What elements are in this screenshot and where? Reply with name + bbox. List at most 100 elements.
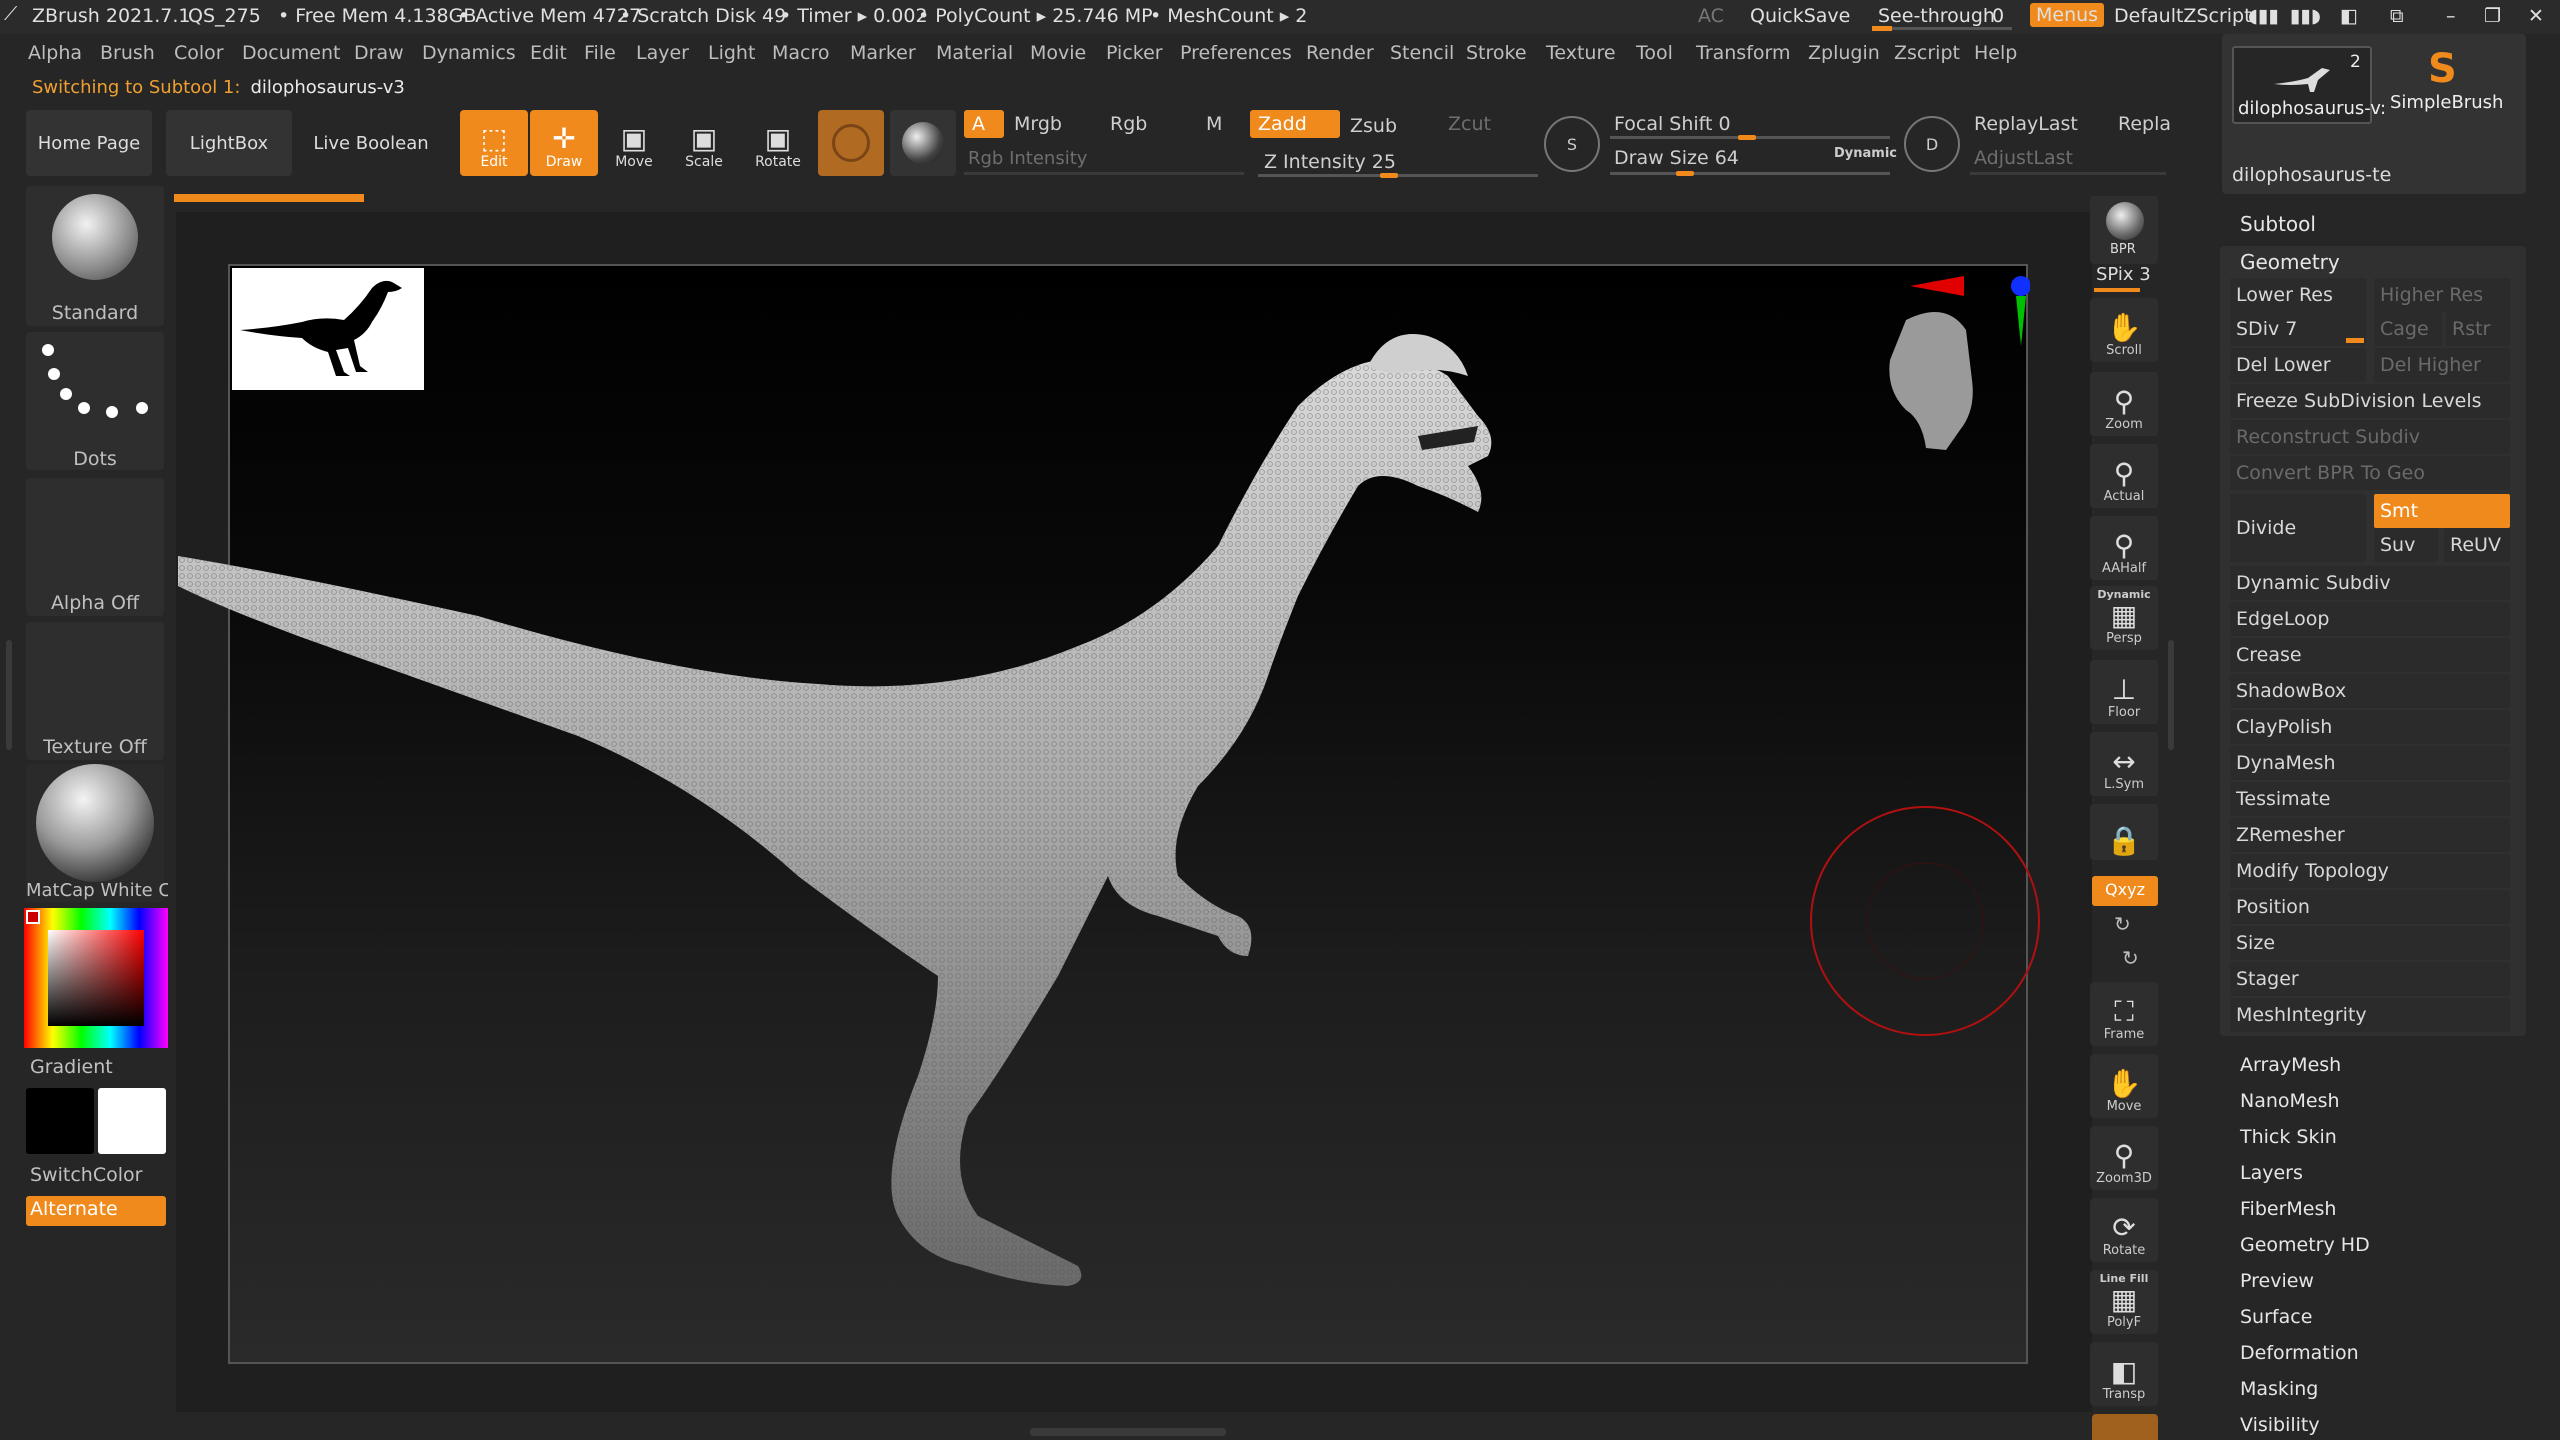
gradient-label[interactable]: Gradient xyxy=(30,1056,113,1078)
convert-bpr-button[interactable]: Convert BPR To Geo xyxy=(2230,456,2510,490)
switch-color-button[interactable]: SwitchColor xyxy=(30,1164,142,1186)
arraymesh-subpalette[interactable]: ArrayMesh xyxy=(2240,1054,2341,1076)
layers-subpalette[interactable]: Layers xyxy=(2240,1162,2303,1184)
zoom-button[interactable]: ⚲ Zoom xyxy=(2090,372,2158,436)
mrgb-toggle[interactable]: Mrgb xyxy=(1006,110,1086,138)
live-boolean-button[interactable]: Live Boolean xyxy=(306,110,436,176)
ui-layout-icon[interactable]: ◧ xyxy=(2340,5,2358,27)
lower-res-button[interactable]: Lower Res xyxy=(2230,278,2366,312)
reuv-toggle[interactable]: ReUV xyxy=(2444,528,2510,562)
stroke-d-icon[interactable]: D xyxy=(1904,116,1960,172)
menu-draw[interactable]: Draw xyxy=(354,42,404,64)
default-zscript-button[interactable]: DefaultZScript xyxy=(2114,5,2252,27)
rgb-toggle[interactable]: Rgb xyxy=(1102,110,1182,138)
zcut-toggle[interactable]: Zcut xyxy=(1440,110,1510,138)
floor-button[interactable]: ⊥ Floor xyxy=(2090,660,2158,724)
home-page-button[interactable]: Home Page xyxy=(26,110,152,176)
menu-picker[interactable]: Picker xyxy=(1106,42,1163,64)
draw-size-track[interactable] xyxy=(1610,172,1890,175)
zoom3d-button[interactable]: ⚲ Zoom3D xyxy=(2090,1126,2158,1190)
lsym-button[interactable]: ↔ L.Sym xyxy=(2090,732,2158,796)
meshintegrity-subpalette[interactable]: MeshIntegrity xyxy=(2230,998,2510,1032)
color-square[interactable] xyxy=(48,930,144,1026)
menu-help[interactable]: Help xyxy=(1974,42,2017,64)
menu-movie[interactable]: Movie xyxy=(1030,42,1086,64)
menu-dynamics[interactable]: Dynamics xyxy=(422,42,516,64)
bottom-tray-handle[interactable] xyxy=(1030,1428,1226,1436)
geometry-hd-subpalette[interactable]: Geometry HD xyxy=(2240,1234,2370,1256)
shadowbox-subpalette[interactable]: ShadowBox xyxy=(2230,674,2510,708)
adjust-last-track[interactable] xyxy=(1970,172,2166,175)
dilophosaurus-model[interactable] xyxy=(178,316,1828,1336)
solo-button[interactable] xyxy=(2092,1414,2158,1440)
main-color-swatch[interactable] xyxy=(26,1088,94,1154)
document-canvas[interactable] xyxy=(178,264,2040,1364)
see-through-label[interactable]: See-through xyxy=(1878,5,1995,27)
menu-color[interactable]: Color xyxy=(174,42,224,64)
edgeloop-subpalette[interactable]: EdgeLoop xyxy=(2230,602,2510,636)
replay-last-button[interactable]: ReplayLast xyxy=(1966,110,2106,138)
xyz-toggle[interactable]: Qxyz xyxy=(2092,876,2158,906)
aahalf-button[interactable]: ⚲ AAHalf xyxy=(2090,516,2158,580)
dynamesh-subpalette[interactable]: DynaMesh xyxy=(2230,746,2510,780)
menu-light[interactable]: Light xyxy=(708,42,755,64)
tessimate-subpalette[interactable]: Tessimate xyxy=(2230,782,2510,816)
menu-material[interactable]: Material xyxy=(936,42,1013,64)
del-higher-button[interactable]: Del Higher xyxy=(2374,348,2510,382)
lock-button[interactable]: 🔒 xyxy=(2090,804,2158,860)
zadd-toggle[interactable]: Zadd xyxy=(1250,110,1340,138)
menu-preferences[interactable]: Preferences xyxy=(1180,42,1292,64)
surface-subpalette[interactable]: Surface xyxy=(2240,1306,2312,1328)
focal-shift-handle[interactable] xyxy=(1738,135,1756,140)
claypolish-subpalette[interactable]: ClayPolish xyxy=(2230,710,2510,744)
suv-toggle[interactable]: Suv xyxy=(2374,528,2438,562)
rotate-button[interactable]: ▣ Rotate xyxy=(744,110,812,176)
window-layout-icon[interactable]: ⧉ xyxy=(2390,5,2404,27)
focal-shift-slider[interactable]: Focal Shift 0 xyxy=(1606,110,1886,138)
menu-zplugin[interactable]: Zplugin xyxy=(1808,42,1880,64)
zremesher-subpalette[interactable]: ZRemesher xyxy=(2230,818,2510,852)
frame-button[interactable]: ⛶ Frame xyxy=(2090,982,2158,1046)
menu-zscript[interactable]: Zscript xyxy=(1894,42,1960,64)
size-subpalette[interactable]: Size xyxy=(2230,926,2510,960)
dynamic-subdiv-subpalette[interactable]: Dynamic Subdiv xyxy=(2230,566,2510,600)
rstr-button[interactable]: Rstr xyxy=(2446,312,2510,346)
edit-button[interactable]: ⬚ Edit xyxy=(460,110,528,176)
rgb-intensity-slider[interactable]: Rgb Intensity xyxy=(960,144,1240,172)
divide-button[interactable]: Divide xyxy=(2230,494,2366,562)
menu-alpha[interactable]: Alpha xyxy=(28,42,82,64)
layout-icon-2[interactable]: ▮▮◗ xyxy=(2290,5,2321,27)
scroll-button[interactable]: ✋ Scroll xyxy=(2090,298,2158,362)
close-icon[interactable]: ✕ xyxy=(2528,5,2544,27)
dynamic-toggle[interactable]: Dynamic xyxy=(1834,146,1897,161)
sphere-icon-button[interactable] xyxy=(890,110,956,176)
see-through-slider[interactable] xyxy=(1872,27,2012,30)
sdiv-slider-handle[interactable] xyxy=(2346,338,2364,343)
deformation-subpalette[interactable]: Deformation xyxy=(2240,1342,2359,1364)
draw-size-handle[interactable] xyxy=(1676,171,1694,176)
lightbox-button[interactable]: LightBox xyxy=(166,110,292,176)
move-button[interactable]: ▣ Move xyxy=(600,110,668,176)
menu-marker[interactable]: Marker xyxy=(850,42,916,64)
draw-size-slider[interactable]: Draw Size 64 xyxy=(1606,144,1806,172)
rotate-y-icon[interactable]: ↻ xyxy=(2114,912,2131,936)
z-intensity-track[interactable] xyxy=(1258,174,1538,177)
polyf-button[interactable]: Line Fill ▦ PolyF xyxy=(2090,1270,2158,1334)
cage-button[interactable]: Cage xyxy=(2374,312,2442,346)
quicksave-button[interactable]: QuickSave xyxy=(1750,5,1850,27)
reconstruct-subdiv-button[interactable]: Reconstruct Subdiv xyxy=(2230,420,2510,454)
rotate-view-button[interactable]: ⟳ Rotate xyxy=(2090,1198,2158,1262)
replay-button[interactable]: Repla xyxy=(2110,110,2171,138)
persp-button[interactable]: Dynamic ▦ Persp xyxy=(2090,586,2158,650)
see-through-value[interactable]: 0 xyxy=(1992,5,2004,27)
material-swatch-button[interactable] xyxy=(818,110,884,176)
simplebrush-thumb[interactable]: S SimpleBrush xyxy=(2380,46,2520,124)
modify-topology-subpalette[interactable]: Modify Topology xyxy=(2230,854,2510,888)
menu-brush[interactable]: Brush xyxy=(100,42,155,64)
color-picker[interactable] xyxy=(24,908,168,1048)
menu-texture[interactable]: Texture xyxy=(1546,42,1616,64)
left-tray-handle[interactable] xyxy=(6,640,12,750)
smt-toggle[interactable]: Smt xyxy=(2374,494,2510,528)
menu-document[interactable]: Document xyxy=(242,42,340,64)
visibility-subpalette[interactable]: Visibility xyxy=(2240,1414,2320,1436)
